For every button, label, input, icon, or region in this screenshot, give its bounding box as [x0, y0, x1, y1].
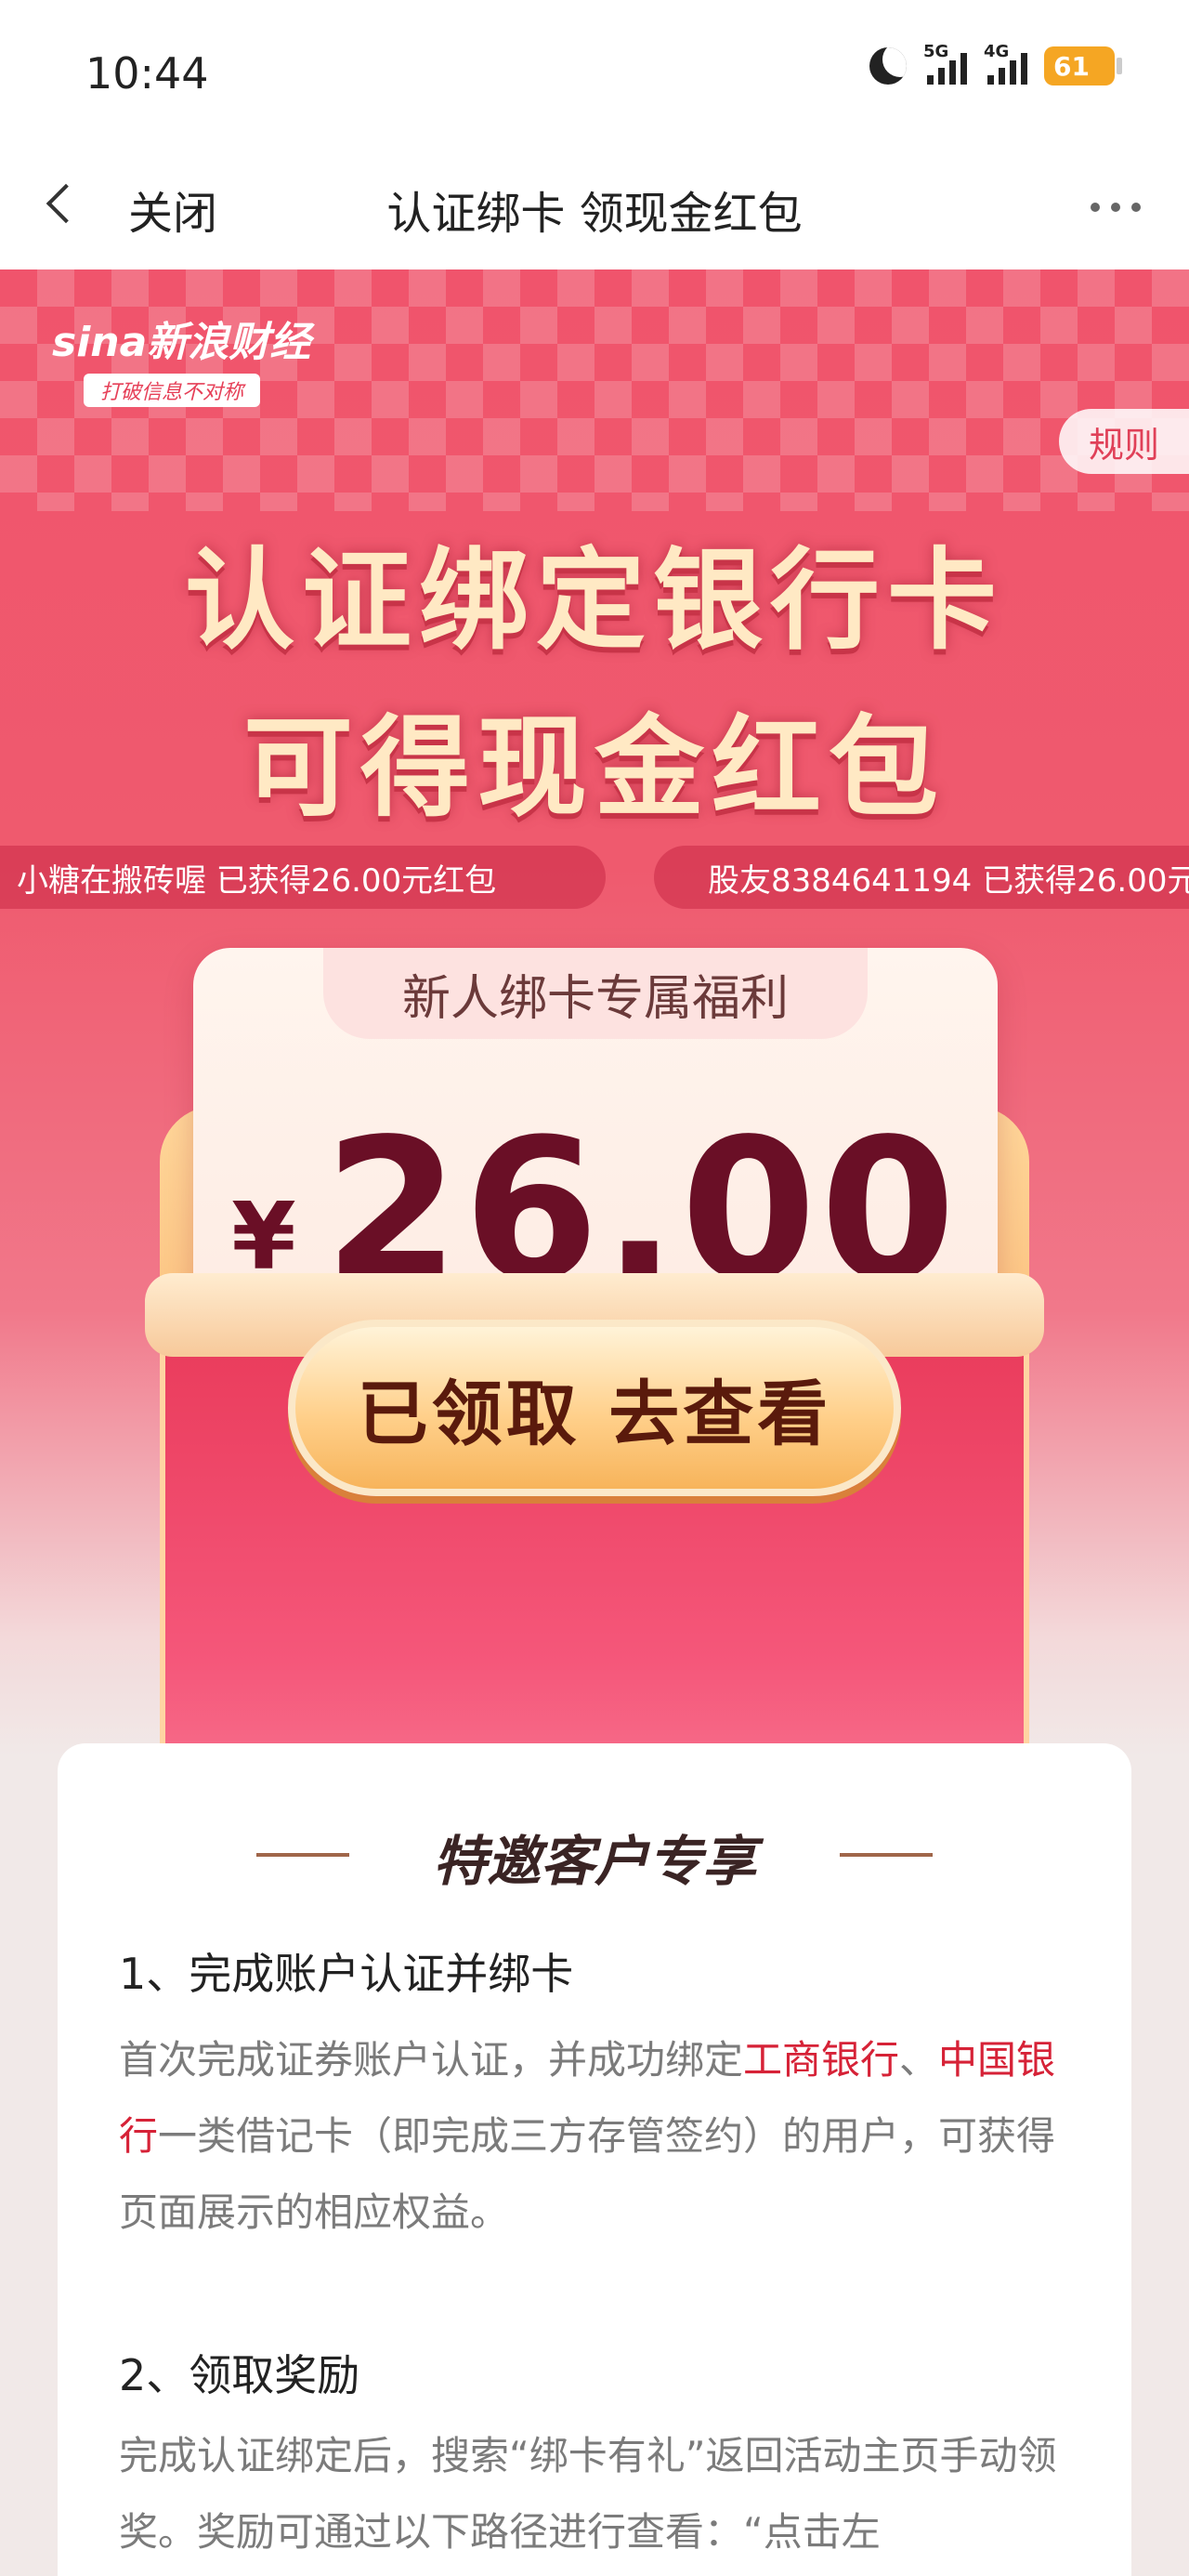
- status-bar: 10:44 5G 4G 61: [0, 0, 1189, 149]
- rules-button[interactable]: 规则: [1059, 409, 1189, 474]
- step1-text: 首次完成证券账户认证，并成功绑定工商银行、中国银行一类借记卡（即完成三方存管签约…: [119, 2022, 1070, 2251]
- battery-level: 61: [1053, 50, 1090, 82]
- step2-text: 完成认证绑定后，搜索“绑卡有礼”返回活动主页手动领奖。奖励可通过以下路径进行查看…: [119, 2433, 1057, 2555]
- logo-slogan: 打破信息不对称: [84, 374, 261, 407]
- page-title: 认证绑卡 领现金红包: [386, 188, 803, 240]
- rules-info-card: 特邀客户专享 1、完成账户认证并绑卡 首次完成证券账户认证，并成功绑定工商银行、…: [58, 1743, 1131, 2576]
- headline-line2: 可得现金红包: [242, 703, 946, 832]
- winner-ticker-item: 股友8384641194 已获得26.00元: [654, 846, 1189, 909]
- signal-5g-icon: 5G: [923, 42, 967, 85]
- battery-icon: 61: [1044, 46, 1122, 85]
- headline-line1: 认证绑定银行卡: [184, 536, 1004, 664]
- logo-main-text: sina新浪财经: [52, 319, 311, 366]
- claimed-view-button[interactable]: 已领取 去查看: [288, 1320, 901, 1496]
- signal-5g-label: 5G: [923, 42, 949, 61]
- status-time: 10:44: [85, 48, 209, 99]
- bank-icbc: 工商银行: [743, 2037, 900, 2083]
- signal-4g-label: 4G: [984, 42, 1010, 61]
- step1-separator: 、: [899, 2037, 939, 2083]
- reward-tab-label: 新人绑卡专属福利: [323, 948, 868, 1039]
- step1-text-after: 一类借记卡（即完成三方存管签约）的用户，可获得页面展示的相应权益。: [119, 2113, 1056, 2235]
- step1-text-before: 首次完成证券账户认证，并成功绑定: [119, 2037, 744, 2083]
- step1-heading: 1、完成账户认证并绑卡: [119, 1949, 574, 1999]
- nav-bar: 关闭 认证绑卡 领现金红包: [0, 149, 1189, 269]
- section-title: 特邀客户专享: [432, 1830, 756, 1893]
- step2-heading: 2、领取奖励: [119, 2350, 360, 2400]
- hero-banner: sina新浪财经 打破信息不对称 规则 认证绑定银行卡 可得现金红包 小糖在搬砖…: [0, 269, 1189, 1756]
- title-divider-right: [840, 1853, 933, 1857]
- status-icons: 5G 4G 61: [869, 42, 1122, 85]
- moon-icon: [869, 47, 907, 85]
- more-menu-icon[interactable]: [1091, 203, 1141, 212]
- sina-finance-logo: sina新浪财经 打破信息不对称: [52, 309, 310, 407]
- signal-4g-icon: 4G: [984, 42, 1027, 85]
- winner-ticker-item: 小糖在搬砖喔 已获得26.00元红包: [0, 846, 606, 909]
